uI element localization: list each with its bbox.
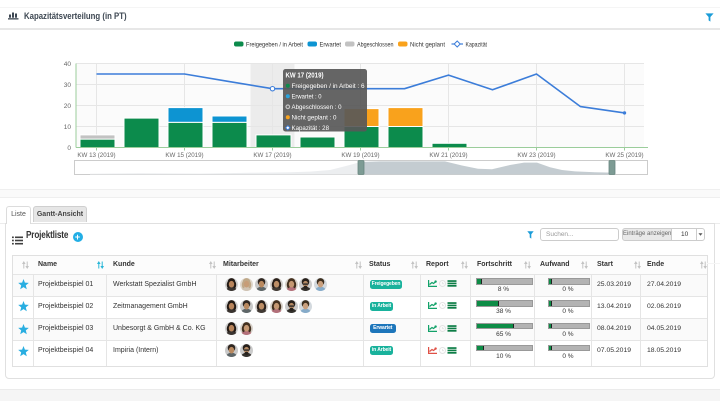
svg-text:Freigegeben / in Arbeit: Freigegeben / in Arbeit: [246, 42, 303, 49]
svg-text:KW 23 (2019): KW 23 (2019): [517, 152, 555, 159]
svg-text:40: 40: [64, 61, 72, 68]
svg-text:Abgeschlossen: Abgeschlossen: [357, 42, 394, 49]
svg-text:Kapazität : 28: Kapazität : 28: [292, 125, 330, 132]
svg-text:Erwartet: Erwartet: [320, 42, 342, 49]
svg-text:Nicht geplant: Nicht geplant: [410, 42, 445, 49]
svg-text:Abgeschlossen : 0: Abgeschlossen : 0: [292, 104, 342, 111]
svg-text:0: 0: [67, 145, 71, 152]
svg-text:KW 19 (2019): KW 19 (2019): [341, 152, 379, 159]
svg-text:KW 13 (2019): KW 13 (2019): [77, 152, 115, 159]
svg-text:KW 17 (2019): KW 17 (2019): [253, 152, 291, 159]
svg-text:Erwartet : 0: Erwartet : 0: [292, 93, 322, 100]
svg-text:KW 21 (2019): KW 21 (2019): [429, 152, 467, 159]
svg-text:10: 10: [64, 124, 72, 131]
svg-text:30: 30: [64, 82, 72, 89]
svg-text:KW 25 (2019): KW 25 (2019): [605, 152, 643, 159]
svg-text:KW 15 (2019): KW 15 (2019): [165, 152, 203, 159]
svg-text:Freigegeben / in Arbeit : 6: Freigegeben / in Arbeit : 6: [292, 83, 365, 90]
svg-text:Nicht geplant : 0: Nicht geplant : 0: [292, 114, 337, 121]
svg-text:20: 20: [64, 103, 72, 110]
svg-text:KW 17 (2019): KW 17 (2019): [286, 73, 324, 80]
svg-text:Kapazität: Kapazität: [466, 42, 488, 49]
